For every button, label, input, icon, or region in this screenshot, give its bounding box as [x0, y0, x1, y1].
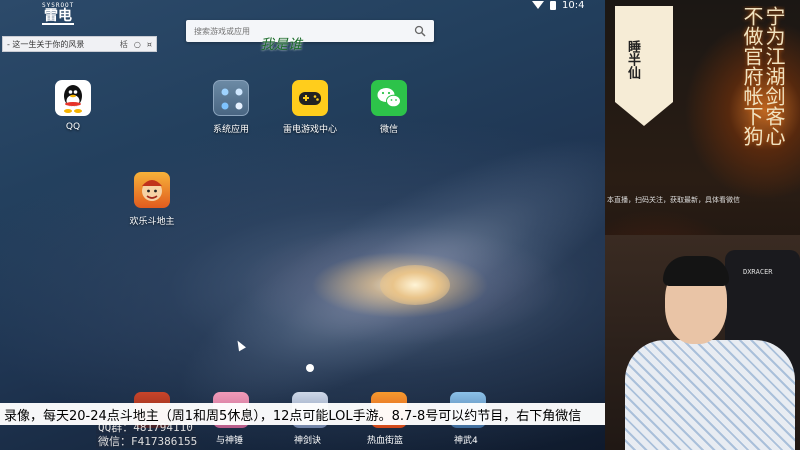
- battery-icon: [550, 0, 556, 10]
- stream-overlay-title: 我是谁: [260, 37, 302, 53]
- app-label: 雷电游戏中心: [282, 125, 337, 135]
- app-qq[interactable]: QQ: [33, 80, 113, 132]
- app-leidian-game-center[interactable]: 雷电游戏中心: [270, 80, 350, 135]
- dock-label-3: 热血街篮: [367, 436, 404, 446]
- app-wechat[interactable]: 微信: [349, 80, 429, 135]
- app-label: 系统应用: [212, 125, 249, 135]
- calligraphy-text: 宁为江湖剑客心不做官府帐下狗: [741, 6, 785, 146]
- emulator-desktop: SYSROOT 雷电 - 这一生关于你的风景 栝 ○ ¤ 我是谁: [0, 0, 605, 450]
- status-bar: 10:4: [532, 0, 585, 11]
- mini-window-lyric-button[interactable]: 栝: [120, 39, 128, 50]
- mini-window-settings-button[interactable]: ¤: [147, 40, 152, 49]
- stream-ticker: 录像，每天20-24点斗地主（周1和周5休息），12点可能LOL手游。8.7-8…: [0, 403, 680, 425]
- app-happy-landlord[interactable]: 欢乐斗地主: [112, 172, 192, 227]
- dock-label-1: 与神锤: [216, 436, 244, 446]
- wechat-icon: [371, 80, 407, 116]
- wallpaper-galaxy-core: [380, 265, 450, 305]
- qq-icon: [55, 80, 91, 116]
- status-time: 10:4: [562, 0, 585, 11]
- streamer-body: [625, 340, 795, 450]
- folder-icon: [213, 80, 249, 116]
- emulator-logo: SYSROOT 雷电: [42, 2, 74, 26]
- touch-dot-icon: [306, 364, 314, 372]
- ticker-text: 录像，每天20-24点斗地主（周1和周5休息），12点可能LOL手游。8.7-8…: [4, 408, 582, 424]
- app-label: 欢乐斗地主: [129, 217, 175, 227]
- mini-window-title: - 这一生关于你的风景: [7, 39, 85, 49]
- app-label: 微信: [379, 125, 398, 135]
- search-icon[interactable]: [414, 25, 426, 37]
- music-mini-window[interactable]: - 这一生关于你的风景 栝 ○ ¤: [2, 36, 157, 52]
- banner-text: 睡半仙: [625, 40, 640, 79]
- dock-label-4: 神武4: [454, 436, 478, 446]
- app-system-apps[interactable]: 系统应用: [191, 80, 271, 135]
- stream-notice: 本直播，扫码关注，获取最新，具体看微信: [607, 196, 740, 204]
- dock-label-2: 神剑诀: [294, 436, 322, 446]
- stream-side-panel: 睡半仙 宁为江湖剑客心不做官府帐下狗 本直播，扫码关注，获取最新，具体看微信 D…: [605, 0, 800, 450]
- gamepad-icon: [292, 80, 328, 116]
- streamer-hair: [663, 256, 729, 286]
- landlord-game-icon: [134, 172, 170, 208]
- logo-text: 雷电: [42, 8, 74, 25]
- app-search-bar[interactable]: [186, 20, 434, 42]
- mini-window-play-button[interactable]: ○: [134, 40, 141, 49]
- search-input[interactable]: [194, 26, 414, 36]
- app-label: QQ: [65, 122, 81, 132]
- wifi-icon: [532, 1, 544, 9]
- chair-logo: DXRACER: [743, 268, 773, 276]
- wechat-id-text: 微信：F417386155: [96, 435, 200, 448]
